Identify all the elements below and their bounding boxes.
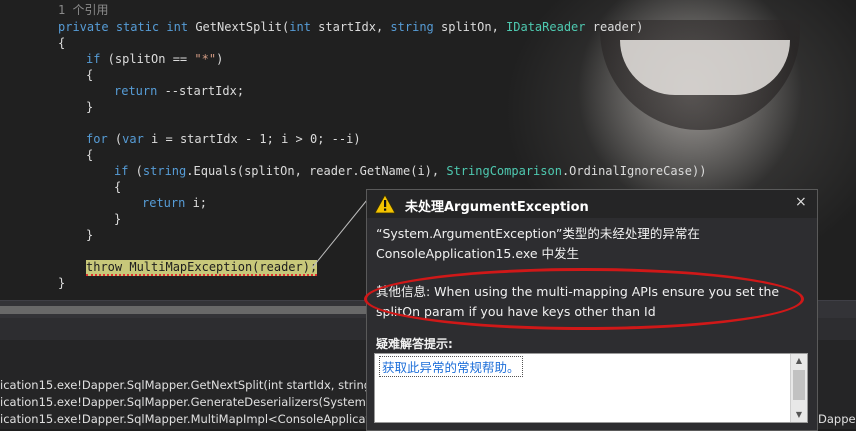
- code-token: {: [114, 180, 122, 194]
- close-icon[interactable]: ×: [795, 194, 807, 210]
- code-token: var: [122, 132, 144, 146]
- code-token: ): [216, 52, 224, 66]
- troubleshooting-list[interactable]: 获取此异常的常规帮助。 ▲ ▼: [374, 353, 808, 423]
- code-line[interactable]: 1 个引用: [58, 2, 108, 18]
- code-token: reader): [585, 20, 644, 34]
- scrollbar-thumb[interactable]: [0, 306, 370, 314]
- code-token: if: [114, 164, 129, 178]
- code-token: int: [166, 20, 189, 34]
- code-line[interactable]: {: [86, 67, 93, 83]
- code-token: return: [142, 196, 186, 210]
- scroll-up-icon[interactable]: ▲: [791, 354, 807, 368]
- code-token: if: [86, 52, 101, 66]
- code-line[interactable]: for (var i = startIdx - 1; i > 0; --i): [86, 131, 361, 147]
- code-token: i = startIdx - 1; i > 0; --i): [143, 132, 361, 146]
- code-token: static: [115, 20, 160, 34]
- code-line[interactable]: }: [86, 227, 93, 243]
- call-stack-row[interactable]: ication15.exe!Dapper.SqlMapper.GenerateD…: [0, 394, 405, 410]
- code-token: {: [86, 148, 94, 162]
- code-token: 1 个引用: [58, 3, 109, 17]
- exception-description: “System.ArgumentException”类型的未经处理的异常在 Co…: [376, 226, 700, 261]
- code-token: (splitOn ==: [100, 52, 195, 66]
- warning-icon: [374, 194, 396, 214]
- code-token: splitOn,: [433, 20, 507, 34]
- code-token: (: [128, 164, 143, 178]
- code-token: throw MultiMapException(reader);: [86, 260, 318, 276]
- troubleshooting-label: 疑难解答提示:: [376, 337, 453, 351]
- code-line[interactable]: }: [58, 275, 65, 291]
- code-line[interactable]: {: [114, 179, 121, 195]
- code-line[interactable]: throw MultiMapException(reader);: [86, 259, 318, 276]
- code-token: }: [58, 276, 66, 290]
- code-line[interactable]: }: [86, 99, 93, 115]
- general-help-link[interactable]: 获取此异常的常规帮助。: [379, 356, 523, 377]
- code-token: private: [58, 20, 109, 34]
- code-token: .OrdinalIgnoreCase)): [561, 164, 707, 178]
- code-token: .Equals(splitOn, reader.GetName(i),: [186, 164, 447, 178]
- popup-title: 未处理ArgumentException: [405, 200, 589, 215]
- code-line[interactable]: {: [58, 35, 65, 51]
- code-token: i;: [185, 196, 208, 210]
- code-token: string: [390, 20, 434, 34]
- call-stack-row[interactable]: ication15.exe!Dapper.SqlMapper.GetNextSp…: [0, 377, 408, 393]
- call-stack-row-fragment[interactable]: Dapper.Do: [818, 412, 856, 426]
- call-stack-row[interactable]: ication15.exe!Dapper.SqlMapper.MultiMapI…: [0, 411, 395, 427]
- annotation-highlight-ellipse: [364, 268, 804, 330]
- code-token: (: [107, 132, 123, 146]
- code-token: StringComparison: [446, 164, 562, 178]
- code-line[interactable]: if (splitOn == "*"): [86, 51, 223, 67]
- code-line[interactable]: return i;: [142, 195, 207, 211]
- code-token: }: [86, 228, 94, 242]
- code-token: for: [86, 132, 108, 146]
- code-token: "*": [194, 52, 217, 66]
- code-token: {: [86, 68, 94, 82]
- code-line[interactable]: {: [86, 147, 93, 163]
- tips-scrollbar[interactable]: ▲ ▼: [790, 354, 807, 422]
- code-line[interactable]: return --startIdx;: [114, 83, 244, 99]
- code-token: IDataReader: [506, 20, 586, 34]
- code-token: string: [142, 164, 187, 178]
- code-token: --startIdx;: [157, 84, 245, 98]
- code-line[interactable]: private static int GetNextSplit(int star…: [58, 19, 643, 35]
- code-token: int: [289, 20, 311, 34]
- code-token: }: [114, 212, 122, 226]
- scroll-down-icon[interactable]: ▼: [791, 408, 807, 422]
- code-token: }: [86, 100, 94, 114]
- code-token: {: [58, 36, 66, 50]
- code-line[interactable]: if (string.Equals(splitOn, reader.GetNam…: [114, 163, 706, 179]
- code-line[interactable]: }: [114, 211, 121, 227]
- code-token: return: [114, 84, 158, 98]
- code-token: startIdx,: [310, 20, 391, 34]
- code-token: GetNextSplit(: [188, 20, 290, 34]
- scrollbar-thumb[interactable]: [793, 370, 805, 400]
